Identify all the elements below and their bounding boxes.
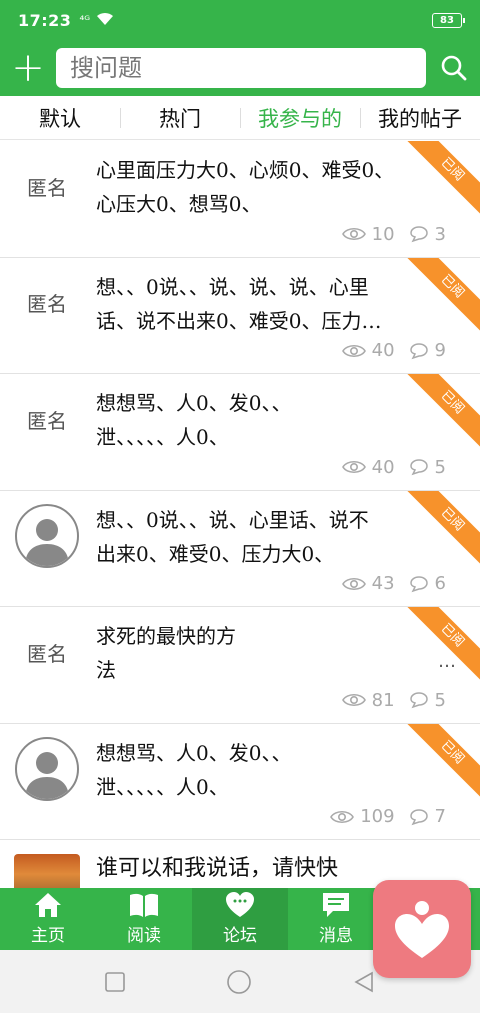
comment-count: 7 <box>434 806 446 827</box>
search-button[interactable] <box>428 40 480 96</box>
nav-home-label: 主页 <box>31 926 65 946</box>
post-author: 匿名 <box>27 292 67 316</box>
post-stats: 40 9 <box>341 340 446 361</box>
comment-count: 3 <box>434 223 446 245</box>
status-bar: 17:23 ⁴ᴳ 83 <box>0 0 480 40</box>
view-count: 40 <box>371 340 395 361</box>
view-count: 81 <box>371 689 395 711</box>
list-item[interactable]: 想想骂、人0、发0、、 泄、、、、、人0、 109 7 已阅 <box>0 723 480 840</box>
list-item[interactable]: 匿名 想想骂、人0、发0、、 泄、、、、、人0、 40 5 已阅 <box>0 374 480 491</box>
list-item[interactable]: 匿名 心里面压力大0、心烦0、难受0、 心压大0、想骂0、 10 3 已阅 <box>0 141 480 258</box>
view-count: 40 <box>371 456 395 478</box>
post-text: 想想骂、人0、发0、、 泄、、、、、人0、 <box>96 391 292 449</box>
tab-participated[interactable]: 我参与的 <box>240 96 360 139</box>
home-button-icon[interactable] <box>226 969 252 995</box>
eye-icon <box>341 577 366 590</box>
nav-messages-label: 消息 <box>319 926 353 946</box>
post-text: 心里面压力大0、心烦0、难受0、 心压大0、想骂0、 <box>96 158 395 216</box>
home-icon <box>35 893 61 917</box>
heart-chat-icon <box>226 892 254 917</box>
comment-icon <box>409 808 428 825</box>
eye-icon <box>330 810 355 823</box>
default-avatar-icon <box>25 518 69 566</box>
post-text: 想、、0说、、说、说、说、心里 话、说不出来0、难受0、压力… <box>96 274 382 333</box>
post-stats: 109 7 <box>330 806 446 827</box>
comment-count: 5 <box>434 456 446 478</box>
more-indicator: … <box>438 651 456 672</box>
post-text: 谁可以和我说话，请快快 <box>96 856 339 881</box>
list-item[interactable]: 想、、0说、、说、心里话、说不 出来0、难受0、压力大0、 43 6 已阅 <box>0 490 480 607</box>
nav-home[interactable]: 主页 <box>0 888 96 950</box>
avatar[interactable] <box>15 736 79 801</box>
wifi-icon <box>96 11 114 30</box>
back-icon[interactable] <box>352 970 376 994</box>
view-count: 43 <box>371 573 395 594</box>
tab-my-posts[interactable]: 我的帖子 <box>360 96 480 139</box>
recent-apps-icon[interactable] <box>104 971 126 993</box>
eye-icon <box>341 227 366 241</box>
comment-count: 9 <box>434 340 446 361</box>
comment-icon <box>409 342 428 359</box>
comment-count: 6 <box>434 573 446 594</box>
comment-icon <box>409 692 428 709</box>
nav-read-label: 阅读 <box>127 926 161 946</box>
post-author: 匿名 <box>27 175 67 200</box>
add-post-button[interactable]: + <box>0 40 56 96</box>
post-author <box>14 491 80 581</box>
post-stats: 10 3 <box>341 223 446 245</box>
search-input[interactable] <box>70 54 426 82</box>
avatar[interactable] <box>15 503 79 568</box>
message-icon <box>323 893 349 917</box>
post-stats: 40 5 <box>341 456 446 478</box>
post-stats: 81 5 <box>341 689 446 711</box>
nav-forum-label: 论坛 <box>223 926 257 946</box>
tab-default[interactable]: 默认 <box>0 96 120 139</box>
nav-forum[interactable]: 论坛 <box>192 888 288 950</box>
nav-messages[interactable]: 消息 <box>288 888 384 950</box>
list-item[interactable]: 匿名 想、、0说、、说、说、说、心里 话、说不出来0、难受0、压力… 40 9 … <box>0 257 480 374</box>
tab-hot[interactable]: 热门 <box>120 96 240 139</box>
comment-icon <box>409 226 428 243</box>
search-icon <box>441 55 467 81</box>
post-list: 匿名 心里面压力大0、心烦0、难受0、 心压大0、想骂0、 10 3 已阅 匿名… <box>0 141 480 840</box>
post-text: 求死的最快的方 法 <box>96 624 236 682</box>
post-text: 想、、0说、、说、心里话、说不 出来0、难受0、压力大0、 <box>96 507 369 566</box>
app-header: + <box>0 40 480 96</box>
heart-person-icon <box>395 901 449 958</box>
nav-read[interactable]: 阅读 <box>96 888 192 950</box>
post-stats: 43 6 <box>341 573 446 594</box>
eye-icon <box>341 693 366 707</box>
battery-icon: 83 <box>432 12 465 28</box>
signal-icon: ⁴ᴳ <box>79 13 91 27</box>
floating-app-button[interactable] <box>373 880 471 978</box>
list-item[interactable]: 匿名 求死的最快的方 法 … 81 5 已阅 <box>0 607 480 724</box>
eye-icon <box>341 460 366 474</box>
post-author: 匿名 <box>27 641 67 666</box>
status-time: 17:23 <box>18 10 72 30</box>
book-icon <box>130 893 158 917</box>
eye-icon <box>341 344 366 357</box>
comment-icon <box>409 575 428 592</box>
comment-count: 5 <box>434 689 446 711</box>
post-author: 匿名 <box>27 408 67 433</box>
view-count: 109 <box>360 806 395 827</box>
forum-tabs: 默认 热门 我参与的 我的帖子 <box>0 96 480 140</box>
view-count: 10 <box>371 223 395 245</box>
post-text: 想想骂、人0、发0、、 泄、、、、、人0、 <box>96 740 292 799</box>
search-box[interactable] <box>56 48 426 88</box>
comment-icon <box>409 459 428 476</box>
default-avatar-icon <box>25 751 69 799</box>
post-author <box>14 724 80 814</box>
